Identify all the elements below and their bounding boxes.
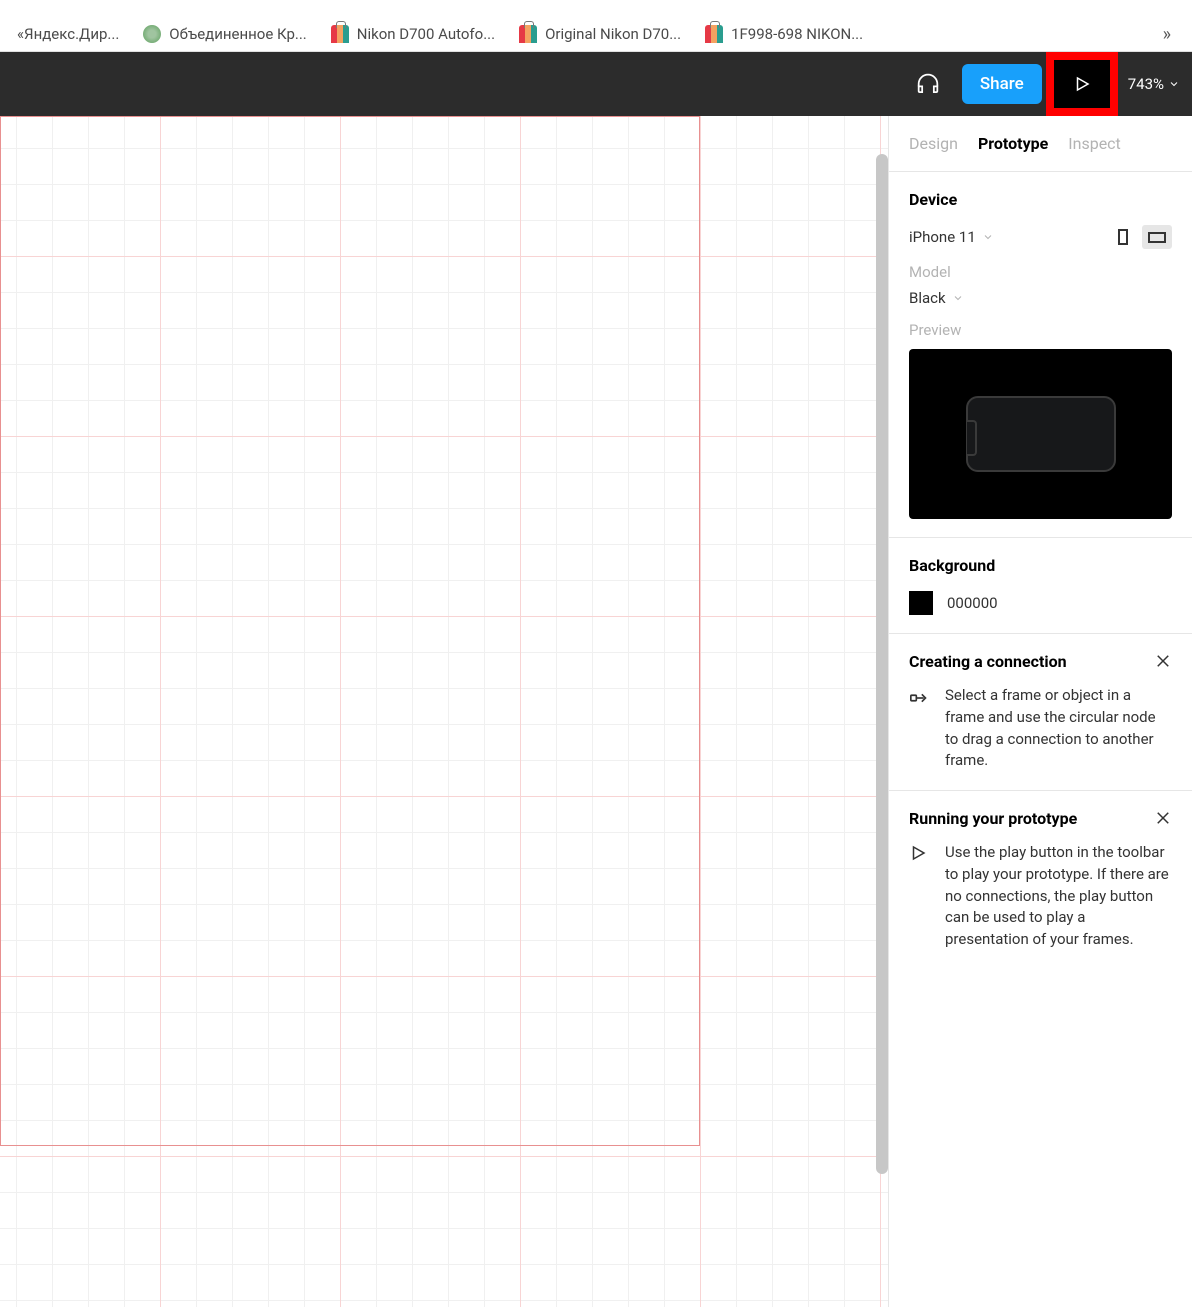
canvas-frame[interactable] (0, 116, 700, 1146)
close-icon (1154, 809, 1172, 827)
help-running-prototype: Running your prototype Use the play butt… (889, 791, 1192, 969)
browser-tabs: «Яндекс.Дир... Объединенное Кр... Nikon … (0, 0, 1192, 52)
help-text: Select a frame or object in a frame and … (945, 685, 1172, 772)
browser-tab-label: Объединенное Кр... (169, 25, 306, 43)
orientation-group (1108, 225, 1172, 249)
panel-tabs: Design Prototype Inspect (889, 116, 1192, 172)
shopping-bag-icon (705, 25, 723, 43)
chevron-down-icon (1168, 78, 1180, 90)
background-section: Background 000000 (889, 538, 1192, 634)
model-label: Model (909, 263, 1172, 281)
shopping-bag-icon (331, 25, 349, 43)
chevron-down-icon (982, 231, 994, 243)
browser-tab[interactable]: Nikon D700 Autofo... (319, 17, 507, 51)
app-toolbar: Share 743% (0, 52, 1192, 116)
play-icon (909, 844, 931, 862)
zoom-value: 743% (1128, 75, 1164, 93)
chevron-right-icon: » (1163, 24, 1171, 45)
chevron-down-icon (952, 292, 964, 304)
headphones-icon (914, 70, 942, 98)
main-area: Design Prototype Inspect Device iPhone 1… (0, 116, 1192, 1307)
close-button[interactable] (1154, 652, 1172, 670)
orientation-landscape-button[interactable] (1142, 225, 1172, 249)
close-icon (1154, 652, 1172, 670)
play-icon (1073, 75, 1091, 93)
preview-label: Preview (909, 321, 1172, 339)
play-button-highlight (1054, 60, 1110, 108)
browser-tab-label: 1F998-698 NIKON... (731, 25, 863, 43)
browser-tab[interactable]: 1F998-698 NIKON... (693, 17, 875, 51)
browser-tab-label: Original Nikon D70... (545, 25, 681, 43)
shopping-bag-icon (519, 25, 537, 43)
background-title: Background (909, 556, 1172, 575)
tab-design[interactable]: Design (909, 134, 958, 153)
model-dropdown[interactable]: Black (909, 289, 1172, 307)
share-button[interactable]: Share (962, 64, 1042, 104)
phone-frame-icon (966, 396, 1116, 472)
background-color-value[interactable]: 000000 (947, 594, 998, 612)
orientation-portrait-button[interactable] (1108, 225, 1138, 249)
zoom-dropdown[interactable]: 743% (1128, 75, 1180, 93)
help-creating-connection: Creating a connection Select a frame or … (889, 634, 1192, 791)
help-title: Running your prototype (909, 809, 1077, 828)
headphones-button[interactable] (906, 62, 950, 106)
model-value: Black (909, 289, 946, 307)
right-panel: Design Prototype Inspect Device iPhone 1… (888, 116, 1192, 1307)
share-button-label: Share (980, 74, 1024, 94)
tab-inspect[interactable]: Inspect (1068, 134, 1121, 153)
device-dropdown[interactable]: iPhone 11 (909, 228, 994, 246)
device-name-value: iPhone 11 (909, 228, 976, 246)
vertical-scrollbar[interactable] (876, 154, 888, 1174)
tabs-overflow-button[interactable]: » (1157, 18, 1177, 51)
present-button[interactable] (1054, 60, 1110, 108)
connection-icon (909, 687, 931, 709)
tab-prototype[interactable]: Prototype (978, 134, 1048, 153)
browser-tab[interactable]: Объединенное Кр... (131, 17, 318, 51)
close-button[interactable] (1154, 809, 1172, 827)
landscape-icon (1148, 232, 1166, 243)
globe-icon (143, 25, 161, 43)
portrait-icon (1118, 229, 1128, 245)
help-title: Creating a connection (909, 652, 1067, 671)
browser-tab-label: «Яндекс.Дир... (17, 25, 119, 43)
browser-tab-label: Nikon D700 Autofo... (357, 25, 495, 43)
background-color-swatch[interactable] (909, 591, 933, 615)
device-preview (909, 349, 1172, 519)
device-section: Device iPhone 11 Model Black (889, 172, 1192, 538)
browser-tab[interactable]: Original Nikon D70... (507, 17, 693, 51)
browser-tab[interactable]: «Яндекс.Дир... (5, 17, 131, 51)
help-text: Use the play button in the toolbar to pl… (945, 842, 1172, 951)
canvas[interactable] (0, 116, 888, 1307)
device-title: Device (909, 190, 1172, 209)
